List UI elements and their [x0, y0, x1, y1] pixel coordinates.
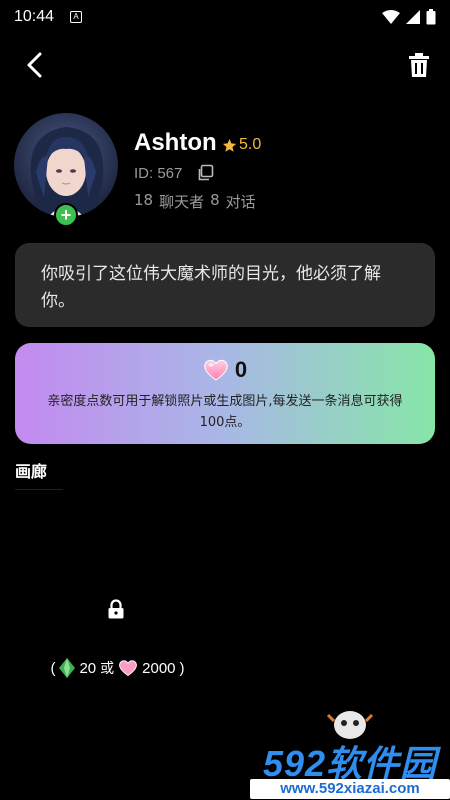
gallery-divider — [15, 489, 63, 490]
wifi-icon — [382, 10, 400, 24]
heart-icon — [119, 660, 138, 677]
notification-a-icon: A — [70, 11, 83, 23]
avatar-image — [14, 113, 118, 217]
gallery-item-locked[interactable]: ( 20 或 2000 ) — [15, 500, 220, 710]
gallery-title: 画廊 — [15, 462, 48, 481]
intimacy-card[interactable]: 0 亲密度点数可用于解锁照片或生成图片,每发送一条消息可获得100点。 — [15, 343, 435, 444]
price-close-paren: ) — [179, 659, 185, 677]
watermark: 592软件园 www.592xiazai.com — [250, 705, 450, 800]
lock-icon — [108, 599, 124, 619]
character-name: Ashton — [134, 129, 217, 156]
unlock-price: ( 20 或 2000 ) — [15, 658, 220, 678]
rating-value: 5.0 — [239, 136, 262, 153]
price-open-paren: ( — [50, 659, 56, 677]
character-id: ID: 567 — [134, 164, 214, 182]
copy-icon[interactable] — [196, 164, 214, 182]
intro-text: 你吸引了这位伟大魔术师的目光，他必须了解你。 — [41, 264, 381, 311]
star-icon — [222, 138, 237, 152]
intimacy-description: 亲密度点数可用于解锁照片或生成图片,每发送一条消息可获得100点。 — [47, 394, 403, 430]
gem-icon — [59, 658, 76, 678]
rating: 5.0 — [222, 136, 261, 154]
signal-icon — [406, 10, 420, 24]
heart-cost: 2000 — [142, 659, 176, 677]
back-button[interactable] — [20, 50, 50, 80]
trash-icon — [409, 53, 429, 77]
gem-cost: 20 — [79, 659, 97, 677]
add-friend-button[interactable]: + — [54, 203, 78, 227]
heart-icon — [204, 359, 228, 381]
avatar-container[interactable]: + — [14, 113, 118, 227]
plus-icon: + — [60, 205, 72, 225]
delete-button[interactable] — [406, 52, 432, 78]
status-bar: 10:44 A — [0, 0, 450, 34]
chevron-left-icon — [27, 52, 42, 78]
or-label: 或 — [100, 661, 115, 677]
status-time: 10:44 — [14, 8, 55, 25]
intimacy-points-row: 0 — [15, 357, 435, 383]
character-id-text: ID: 567 — [134, 164, 183, 182]
battery-icon — [426, 9, 436, 25]
watermark-mascot-icon — [326, 711, 374, 739]
chatters-count: 18 — [134, 191, 154, 209]
dialogs-count: 8 — [210, 191, 220, 209]
dialogs-label: 对话 — [225, 193, 256, 211]
avatar — [14, 113, 118, 217]
status-icons — [382, 9, 436, 25]
chatters-label: 聊天者 — [159, 193, 205, 211]
intimacy-points: 0 — [234, 357, 248, 382]
intro-card: 你吸引了这位伟大魔术师的目光，他必须了解你。 — [15, 243, 435, 327]
watermark-url: www.592xiazai.com — [250, 779, 450, 799]
character-stats: 18 聊天者 8 对话 — [134, 191, 256, 212]
